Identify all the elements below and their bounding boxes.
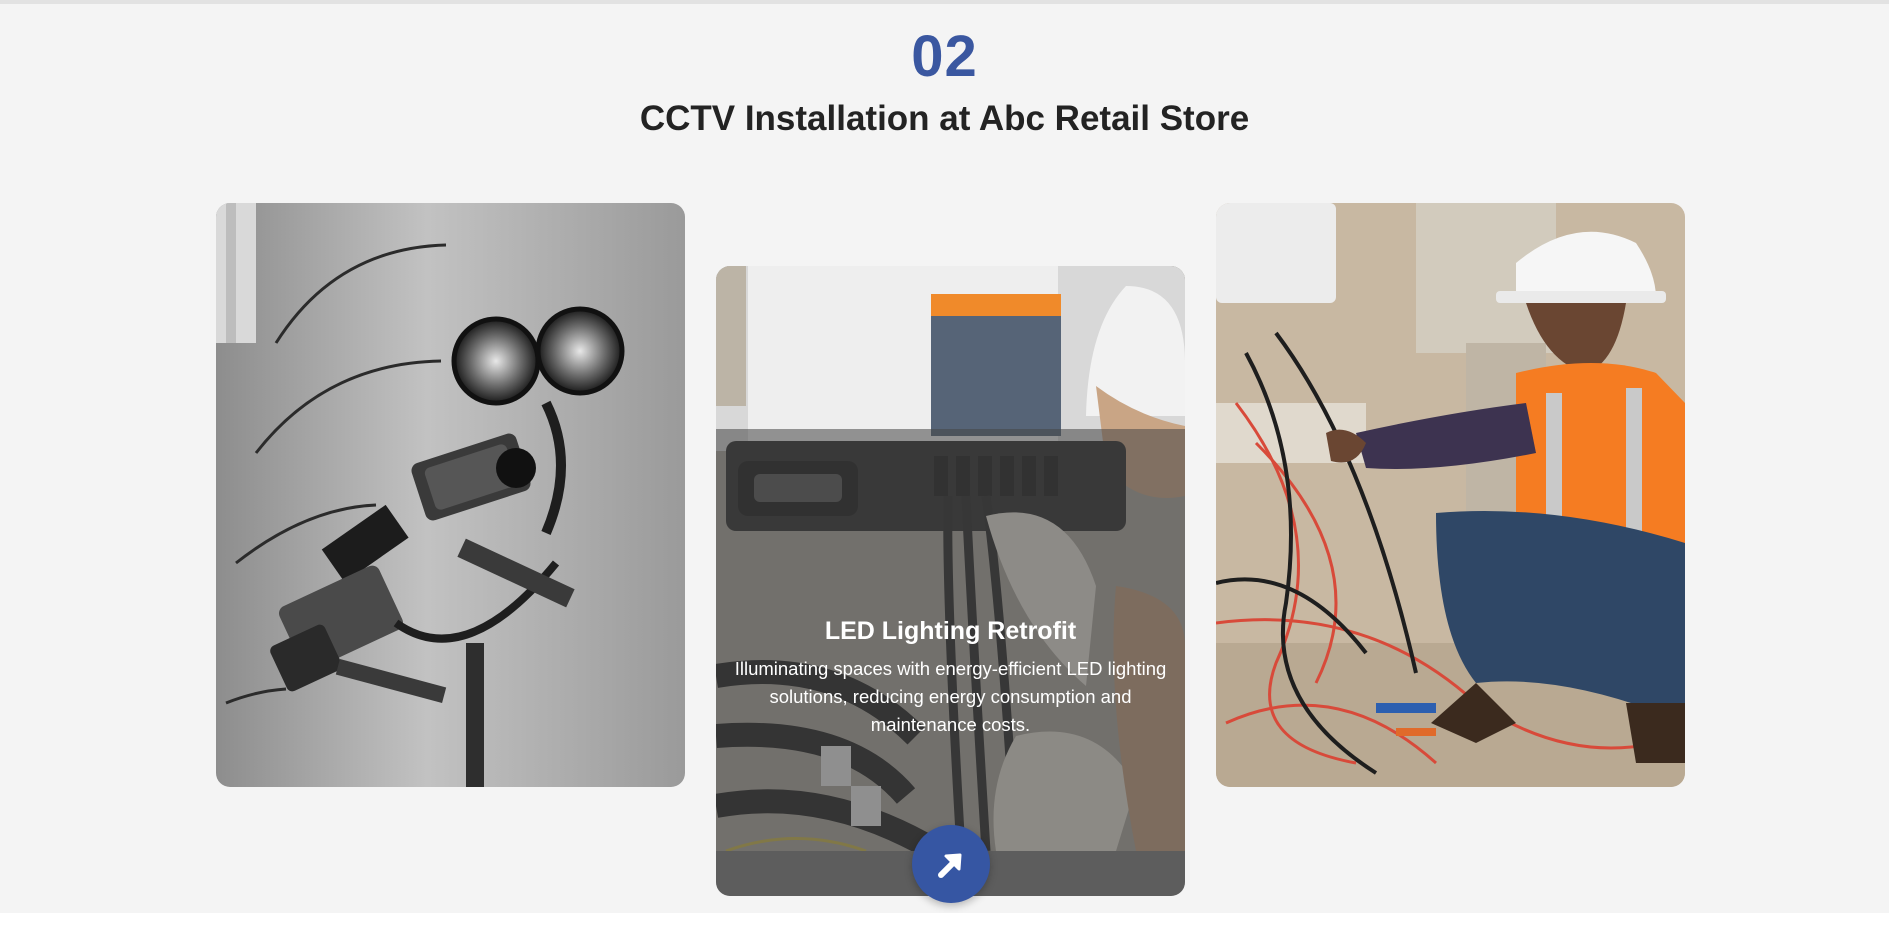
- cctv-cameras-photo: [216, 203, 685, 787]
- section-number: 02: [911, 24, 978, 89]
- card-description: Illuminating spaces with energy-efficien…: [734, 658, 1167, 735]
- open-project-button[interactable]: [912, 825, 990, 903]
- section-title: CCTV Installation at Abc Retail Store: [639, 99, 1250, 138]
- arrow-up-right-icon: [938, 853, 962, 878]
- bottom-strip: [0, 913, 1889, 927]
- top-divider: [0, 0, 1889, 4]
- project-card-center[interactable]: LED Lighting Retrofit Illuminating space…: [716, 266, 1185, 896]
- technician-hard-hat-photo: [1216, 203, 1685, 787]
- project-card-right[interactable]: [1216, 203, 1685, 787]
- project-card-left[interactable]: [216, 203, 685, 787]
- card-title: LED Lighting Retrofit: [824, 617, 1077, 645]
